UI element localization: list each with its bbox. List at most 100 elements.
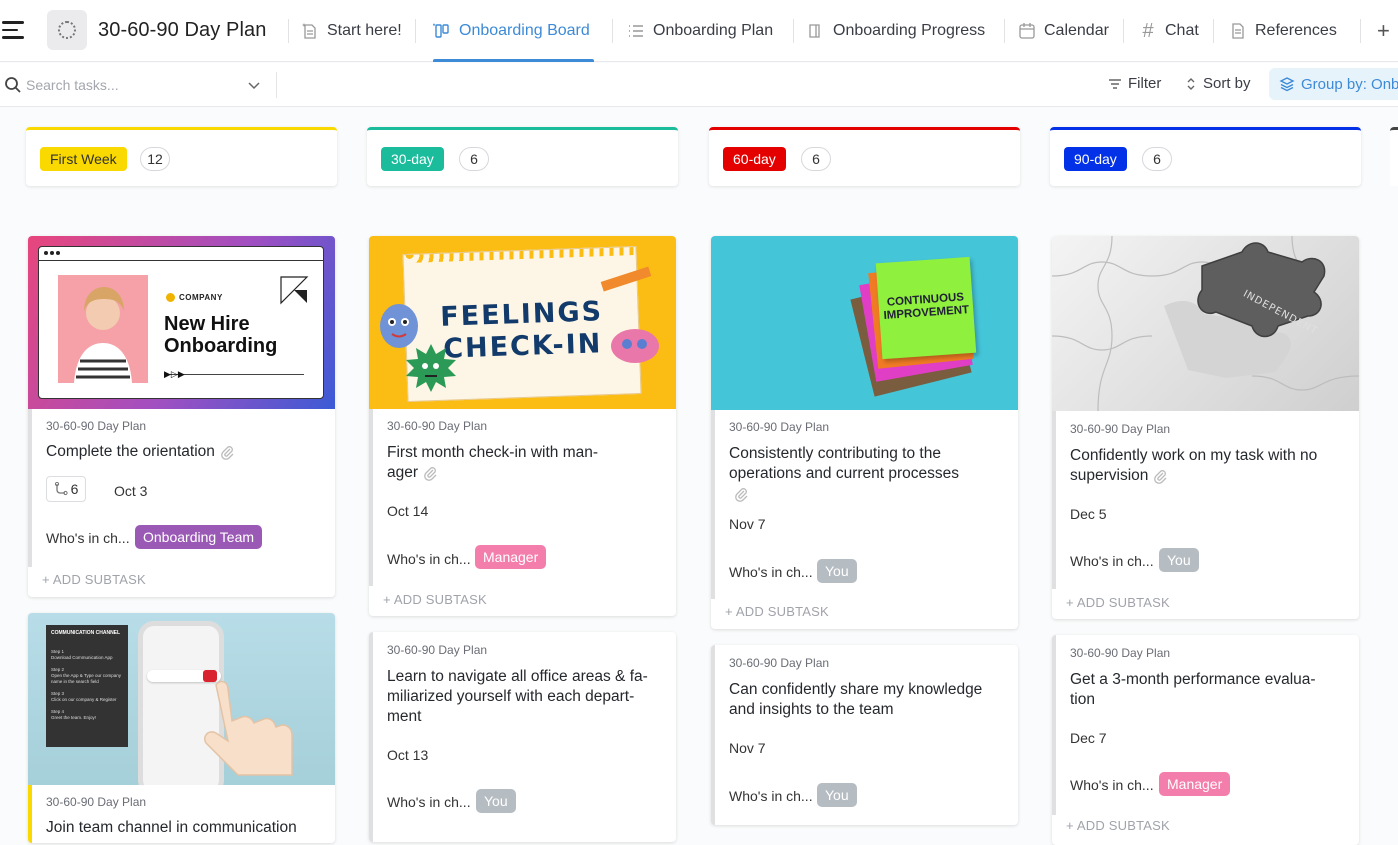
- card-accent-strip: [28, 409, 32, 567]
- card-accent-strip: [369, 409, 373, 586]
- card-accent-strip: [1052, 635, 1056, 815]
- tab-onboarding-board[interactable]: Onboarding Board: [433, 0, 594, 62]
- board-icon: [433, 22, 451, 40]
- column-header-next: [1390, 127, 1398, 186]
- filter-button[interactable]: Filter: [1108, 75, 1161, 92]
- add-subtask-button[interactable]: + ADD SUBTASK: [42, 572, 146, 587]
- task-card-share-knowledge[interactable]: 30-60-90 Day Plan Can confidently share …: [711, 645, 1018, 825]
- column-label: First Week: [40, 147, 127, 171]
- assignee-badge[interactable]: Onboarding Team: [135, 525, 263, 549]
- card-cover-image: FEELINGS CHECK-IN: [369, 236, 676, 409]
- column-count: 6: [459, 147, 489, 171]
- add-view-button[interactable]: +: [1377, 18, 1390, 44]
- card-title: Learn to navigate all office areas & fa-…: [387, 668, 648, 725]
- group-label: Group by: Onbo: [1301, 75, 1398, 93]
- assignee-badge[interactable]: You: [476, 789, 516, 813]
- toolbar: Filter Sort by: [0, 63, 1398, 107]
- tab-label: References: [1255, 22, 1337, 39]
- tab-calendar[interactable]: Calendar: [1018, 0, 1109, 62]
- tab-divider: [1123, 19, 1124, 43]
- group-by-button[interactable]: Group by: Onbo: [1269, 68, 1398, 100]
- assignee-badge[interactable]: You: [1159, 548, 1199, 572]
- assignee-badge[interactable]: Manager: [475, 545, 547, 569]
- task-card-navigate-office[interactable]: 30-60-90 Day Plan Learn to navigate all …: [369, 632, 676, 842]
- column-label: 90-day: [1064, 147, 1127, 171]
- card-owner-label: Who's in ch...: [387, 794, 471, 810]
- assignee-badge[interactable]: Manager: [1159, 772, 1231, 796]
- tab-divider: [415, 19, 416, 43]
- puzzle-illustration: INDEPENDENT: [1052, 236, 1359, 411]
- card-owner-label: Who's in ch...: [729, 788, 813, 804]
- tab-chat[interactable]: # Chat: [1139, 0, 1198, 62]
- calendar-icon: [1018, 22, 1036, 40]
- person-photo: [58, 275, 148, 383]
- task-card-join-channel[interactable]: COMMUNICATION CHANNEL Step 1 Download Com…: [28, 613, 335, 843]
- card-owner-label: Who's in ch...: [387, 551, 471, 567]
- card-title: First month check-in with man- ager: [387, 444, 599, 481]
- card-breadcrumb: 30-60-90 Day Plan: [1070, 422, 1171, 436]
- card-due-date: Oct 3: [114, 483, 148, 499]
- filter-icon: [1108, 77, 1122, 91]
- card-accent-strip: [1052, 411, 1056, 589]
- card-title: Can confidently share my knowledge and i…: [729, 681, 983, 718]
- card-accent-strip: [711, 645, 715, 825]
- search-icon: [5, 77, 21, 93]
- sort-button[interactable]: Sort by: [1185, 75, 1251, 92]
- card-owner-label: Who's in ch...: [46, 530, 130, 546]
- search-input[interactable]: [26, 73, 246, 97]
- tab-references[interactable]: References: [1229, 0, 1337, 62]
- card-due-date: Dec 5: [1070, 506, 1107, 522]
- instructions-panel: COMMUNICATION CHANNEL Step 1 Download Com…: [46, 625, 128, 747]
- play-icon: ▶▷▶: [164, 369, 185, 379]
- task-card-first-month-checkin[interactable]: FEELINGS CHECK-IN 30-60-90 Day Plan Firs…: [369, 236, 676, 616]
- card-title: Get a 3-month performance evalua- tion: [1070, 671, 1316, 708]
- column-header-30-day[interactable]: 30-day 6: [367, 127, 678, 186]
- column-header-first-week[interactable]: First Week 12: [26, 127, 337, 186]
- tab-divider: [612, 19, 613, 43]
- tab-divider: [1213, 19, 1214, 43]
- chevron-down-icon[interactable]: [248, 79, 260, 91]
- card-owner-label: Who's in ch...: [729, 564, 813, 580]
- toolbar-divider: [276, 72, 277, 98]
- card-accent-strip: [711, 410, 715, 599]
- add-subtask-button[interactable]: + ADD SUBTASK: [383, 592, 487, 607]
- column-count: 6: [1142, 147, 1172, 171]
- attachment-icon: [221, 445, 234, 460]
- card-cover-image: COMMUNICATION CHANNEL Step 1 Download Com…: [28, 613, 335, 785]
- subtask-count-badge[interactable]: 6: [46, 476, 86, 502]
- tab-onboarding-progress[interactable]: Onboarding Progress: [807, 0, 985, 62]
- tab-label: Onboarding Board: [459, 22, 590, 39]
- document-icon: [1229, 22, 1247, 40]
- cover-heading: CONTINUOUS IMPROVEMENT: [883, 291, 970, 322]
- page-title: 30-60-90 Day Plan: [98, 19, 267, 41]
- task-card-work-independently[interactable]: INDEPENDENT 30-60-90 Day Plan Confidentl…: [1052, 236, 1359, 619]
- column-header-60-day[interactable]: 60-day 6: [709, 127, 1020, 186]
- assignee-badge[interactable]: You: [817, 559, 857, 583]
- attachment-icon: [424, 466, 437, 481]
- add-subtask-button[interactable]: + ADD SUBTASK: [1066, 818, 1170, 833]
- attachment-icon: [1154, 469, 1167, 484]
- column-header-90-day[interactable]: 90-day 6: [1050, 127, 1361, 186]
- tab-onboarding-plan[interactable]: Onboarding Plan: [627, 0, 773, 62]
- column-label: 60-day: [723, 147, 786, 171]
- menu-icon[interactable]: [2, 21, 24, 41]
- list-icon: [627, 22, 645, 40]
- card-owner-label: Who's in ch...: [1070, 553, 1154, 569]
- card-breadcrumb: 30-60-90 Day Plan: [46, 419, 147, 433]
- tab-divider: [1004, 19, 1005, 43]
- add-subtask-button[interactable]: + ADD SUBTASK: [725, 604, 829, 619]
- add-subtask-button[interactable]: + ADD SUBTASK: [1066, 595, 1170, 610]
- tab-label: Onboarding Plan: [653, 22, 774, 39]
- subtask-icon: [54, 482, 68, 496]
- task-card-complete-orientation[interactable]: COMPANY New Hire Onboarding ▶▷▶ 30-60-90…: [28, 236, 335, 597]
- card-due-date: Oct 13: [387, 747, 429, 763]
- space-avatar-icon[interactable]: [47, 10, 87, 50]
- card-title: Confidently work on my task with no supe…: [1070, 447, 1318, 484]
- task-card-consistently-contributing[interactable]: CONTINUOUS IMPROVEMENT 30-60-90 Day Plan…: [711, 236, 1018, 629]
- cover-heading: New Hire Onboarding: [164, 313, 278, 357]
- doc-icon: [807, 22, 825, 40]
- task-card-performance-evaluation[interactable]: 30-60-90 Day Plan Get a 3-month performa…: [1052, 635, 1359, 845]
- assignee-badge[interactable]: You: [817, 783, 857, 807]
- tab-start-here[interactable]: Start here!: [301, 0, 402, 62]
- sticky-note: CONTINUOUS IMPROVEMENT: [875, 256, 977, 360]
